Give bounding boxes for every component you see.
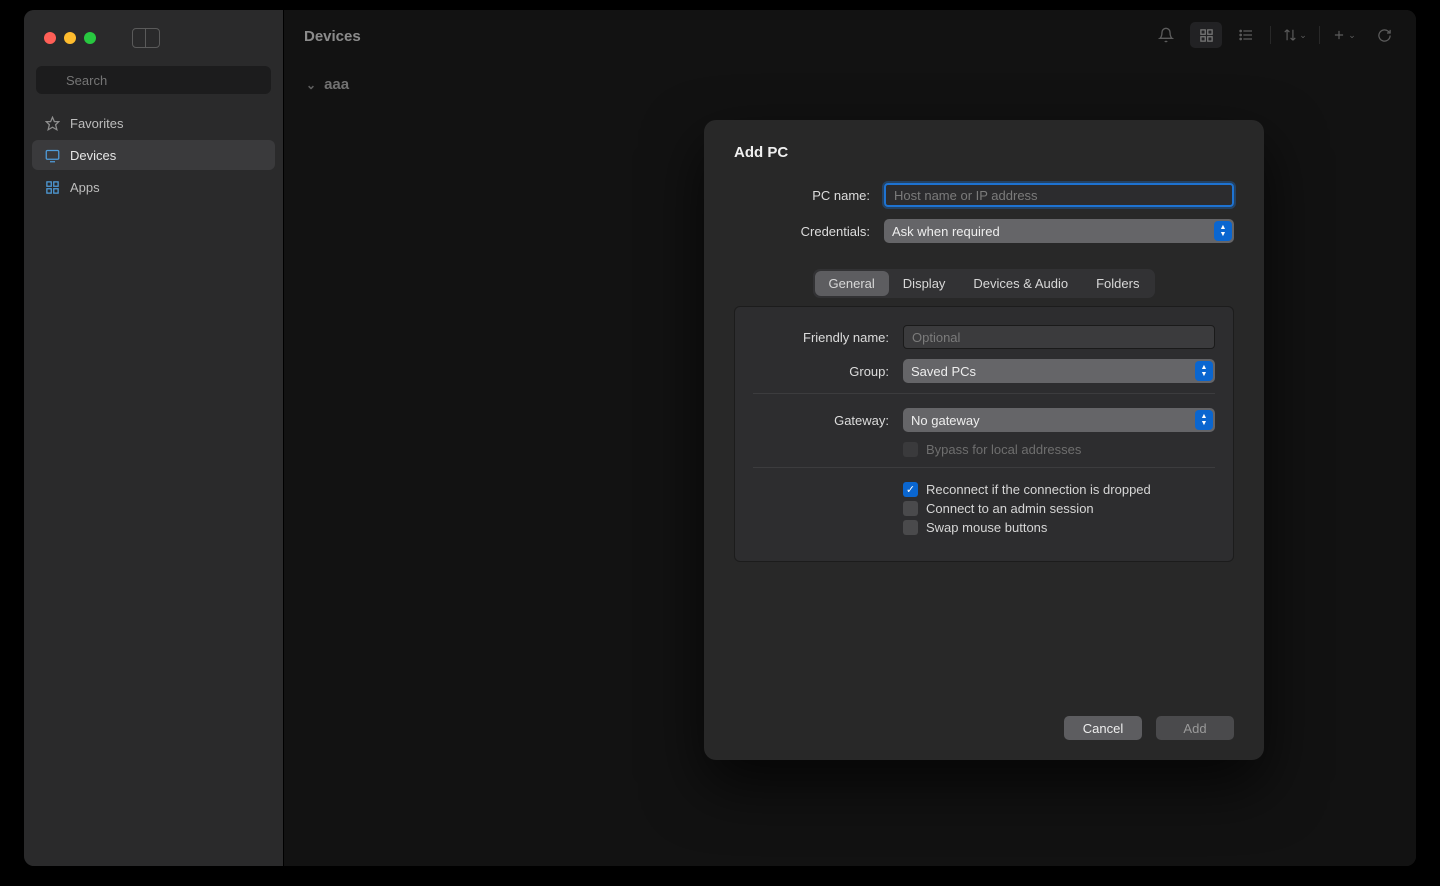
- reconnect-label: Reconnect if the connection is dropped: [926, 482, 1151, 497]
- reconnect-checkbox-row[interactable]: ✓ Reconnect if the connection is dropped: [903, 482, 1215, 497]
- search-input[interactable]: [36, 66, 271, 94]
- bypass-checkbox: [903, 442, 918, 457]
- panel-divider: [753, 393, 1215, 394]
- minimize-window-button[interactable]: [64, 32, 76, 44]
- group-select[interactable]: Saved PCs ▲▼: [903, 359, 1215, 383]
- zoom-window-button[interactable]: [84, 32, 96, 44]
- admin-checkbox[interactable]: [903, 501, 918, 516]
- sidebar-item-favorites[interactable]: Favorites: [32, 108, 275, 138]
- sidebar-item-label: Devices: [70, 148, 116, 163]
- dialog-title: Add PC: [734, 144, 1234, 161]
- sidebar-item-label: Apps: [70, 180, 100, 195]
- add-pc-dialog: Add PC PC name: Credentials: Ask when re…: [704, 120, 1264, 760]
- swap-checkbox-row[interactable]: Swap mouse buttons: [903, 520, 1215, 535]
- credentials-value: Ask when required: [892, 224, 1000, 239]
- main-area: Devices ⌄ ⌄ ⌄ aaa: [284, 10, 1416, 866]
- display-icon: [44, 147, 60, 163]
- friendly-name-input[interactable]: [903, 325, 1215, 349]
- add-button-dialog[interactable]: Add: [1156, 716, 1234, 740]
- sidebar-list: Favorites Devices Apps: [24, 100, 283, 210]
- gateway-select[interactable]: No gateway ▲▼: [903, 408, 1215, 432]
- pc-name-input[interactable]: [884, 183, 1234, 207]
- gateway-value: No gateway: [911, 413, 980, 428]
- traffic-lights: [24, 10, 283, 48]
- sidebar-item-devices[interactable]: Devices: [32, 140, 275, 170]
- sidebar-item-apps[interactable]: Apps: [32, 172, 275, 202]
- sidebar-item-label: Favorites: [70, 116, 123, 131]
- search-container: [24, 48, 283, 100]
- panel-divider: [753, 467, 1215, 468]
- gateway-label: Gateway:: [753, 413, 903, 428]
- app-window: Favorites Devices Apps Devices: [24, 10, 1416, 866]
- star-icon: [44, 115, 60, 131]
- group-value: Saved PCs: [911, 364, 976, 379]
- select-arrows-icon: ▲▼: [1214, 221, 1232, 241]
- tab-folders[interactable]: Folders: [1082, 271, 1153, 296]
- swap-checkbox[interactable]: [903, 520, 918, 535]
- tab-display[interactable]: Display: [889, 271, 960, 296]
- bypass-checkbox-row: Bypass for local addresses: [903, 442, 1215, 457]
- tab-bar: General Display Devices & Audio Folders: [734, 269, 1234, 298]
- swap-label: Swap mouse buttons: [926, 520, 1047, 535]
- pc-name-label: PC name:: [734, 188, 884, 203]
- cancel-button[interactable]: Cancel: [1064, 716, 1142, 740]
- credentials-label: Credentials:: [734, 224, 884, 239]
- grid-icon: [44, 179, 60, 195]
- admin-label: Connect to an admin session: [926, 501, 1094, 516]
- select-arrows-icon: ▲▼: [1195, 361, 1213, 381]
- general-panel: Friendly name: Group: Saved PCs ▲▼ Gatew…: [734, 306, 1234, 562]
- admin-checkbox-row[interactable]: Connect to an admin session: [903, 501, 1215, 516]
- group-label: Group:: [753, 364, 903, 379]
- friendly-name-label: Friendly name:: [753, 330, 903, 345]
- tab-devices-audio[interactable]: Devices & Audio: [959, 271, 1082, 296]
- close-window-button[interactable]: [44, 32, 56, 44]
- reconnect-checkbox[interactable]: ✓: [903, 482, 918, 497]
- select-arrows-icon: ▲▼: [1195, 410, 1213, 430]
- credentials-select[interactable]: Ask when required ▲▼: [884, 219, 1234, 243]
- bypass-label: Bypass for local addresses: [926, 442, 1081, 457]
- dialog-footer: Cancel Add: [734, 696, 1234, 740]
- sidebar-toggle-icon[interactable]: [132, 28, 160, 48]
- tab-general[interactable]: General: [815, 271, 889, 296]
- sidebar: Favorites Devices Apps: [24, 10, 284, 866]
